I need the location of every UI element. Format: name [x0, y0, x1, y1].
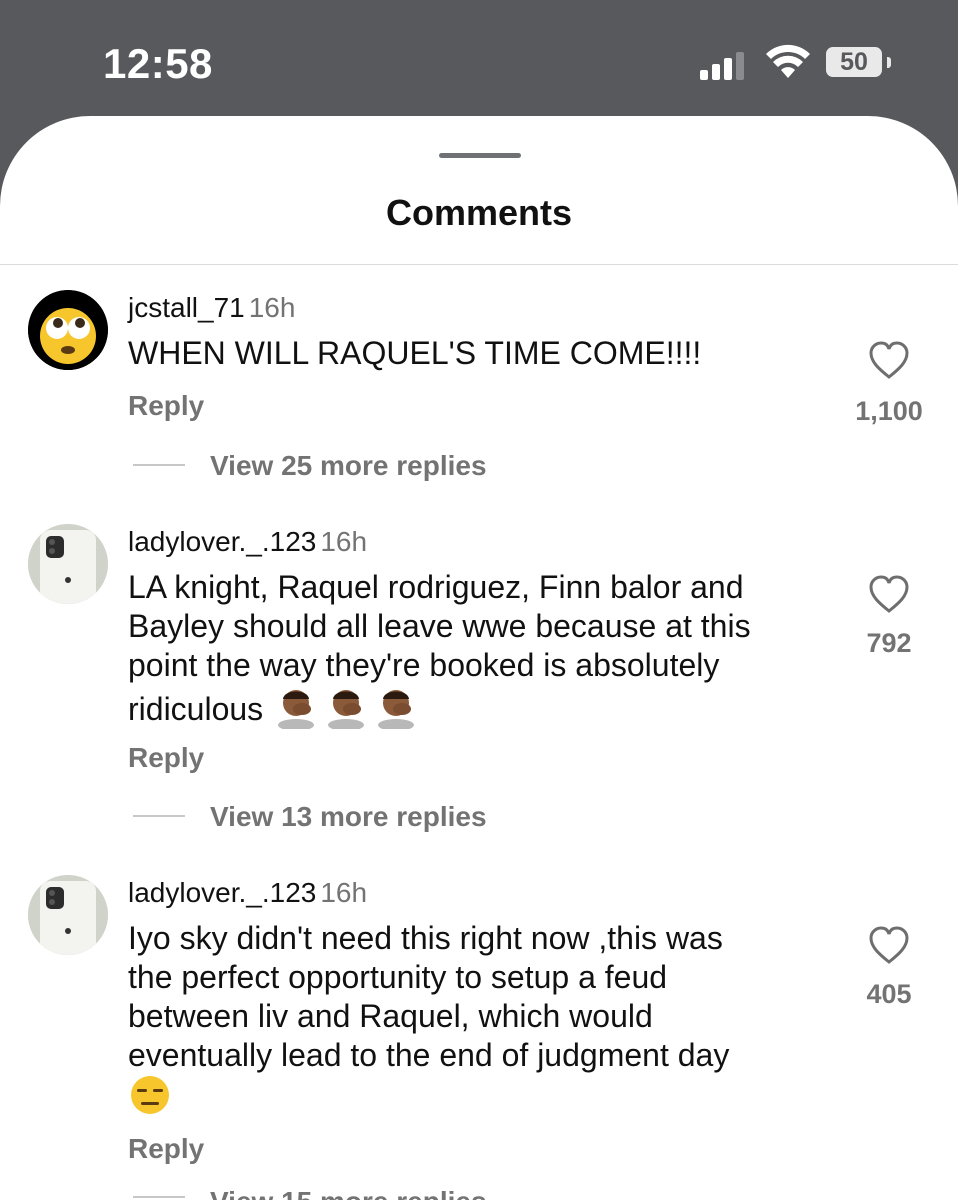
wifi-icon [766, 44, 810, 78]
comment-text-line: ridiculous [128, 690, 264, 727]
comment-text-line: eventually lead to the end of judgment d… [128, 1037, 730, 1073]
heart-icon[interactable] [849, 340, 929, 380]
face-palm-emoji-icon [272, 685, 422, 738]
timestamp: 16h [320, 526, 368, 557]
comment-text-line: Iyo sky didn't need this right now ,this… [128, 920, 723, 956]
avatar[interactable] [28, 290, 108, 370]
battery-indicator: 50 [826, 47, 882, 77]
comment-meta: ladylover._.123 16h [128, 877, 367, 909]
view-replies-line [133, 464, 185, 466]
comment-text-line: the perfect opportunity to setup a feud [128, 959, 668, 995]
comment-text-line: between liv and Raquel, which would [128, 998, 653, 1034]
comment-meta: jcstall_71 16h [128, 292, 295, 324]
comment-text-line: point the way they're booked is absolute… [128, 647, 720, 683]
comment-text-line: LA knight, Raquel rodriguez, Finn balor … [128, 569, 744, 605]
eye-roll-emoji-icon [28, 290, 108, 370]
white-phone-photo-icon [28, 524, 108, 604]
view-replies-line [133, 1196, 185, 1198]
timestamp: 16h [320, 877, 368, 908]
view-replies-line [133, 815, 185, 817]
comment-emoji-line [128, 1075, 828, 1124]
white-phone-photo-icon [28, 875, 108, 955]
like-count: 792 [866, 628, 912, 658]
comment-text-line: Bayley should all leave wwe because at t… [128, 608, 751, 644]
username[interactable]: ladylover._.123 [128, 526, 316, 557]
comment-text: Iyo sky didn't need this right now ,this… [128, 919, 828, 1124]
battery-nub [887, 57, 891, 68]
comment-text: WHEN WILL RAQUEL'S TIME COME!!!! [128, 335, 702, 371]
reply-button[interactable]: Reply [128, 390, 204, 422]
timestamp: 16h [248, 292, 296, 323]
sheet-title: Comments [385, 192, 573, 233]
comment-text: LA knight, Raquel rodriguez, Finn balor … [128, 568, 828, 738]
expressionless-face-emoji-icon [128, 1075, 172, 1124]
divider [0, 264, 958, 265]
view-more-replies-button[interactable]: View 13 more replies [210, 801, 487, 833]
heart-icon[interactable] [849, 925, 929, 965]
view-more-replies-button[interactable]: View 15 more replies [210, 1186, 487, 1200]
view-more-replies-button[interactable]: View 25 more replies [210, 450, 487, 482]
comment-meta: ladylover._.123 16h [128, 526, 367, 558]
reply-button[interactable]: Reply [128, 742, 204, 774]
status-bar: 12:58 50 [0, 0, 958, 120]
username[interactable]: jcstall_71 [128, 292, 245, 323]
username[interactable]: ladylover._.123 [128, 877, 316, 908]
reply-button[interactable]: Reply [128, 1133, 204, 1165]
comment-text-last-line: ridiculous [128, 685, 828, 738]
avatar[interactable] [28, 524, 108, 604]
like-count: 405 [866, 979, 912, 1009]
cellular-signal-icon [700, 52, 744, 80]
like-count: 1,100 [855, 396, 923, 426]
comments-sheet: Comments jcstall_71 16h WHEN WILL RAQUEL'… [0, 116, 958, 1200]
heart-icon[interactable] [849, 574, 929, 614]
sheet-grabber[interactable] [439, 153, 521, 158]
status-time: 12:58 [103, 40, 213, 87]
avatar[interactable] [28, 875, 108, 955]
